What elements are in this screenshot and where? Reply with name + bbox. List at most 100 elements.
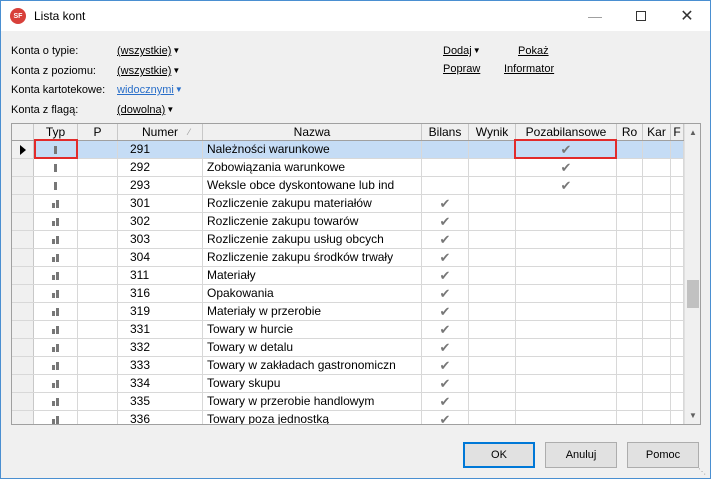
column-header-label: Typ bbox=[45, 125, 66, 139]
cell-kar bbox=[643, 303, 671, 320]
row-indicator[interactable] bbox=[12, 285, 34, 302]
row-indicator[interactable] bbox=[12, 249, 34, 266]
row-indicator[interactable] bbox=[12, 357, 34, 374]
row-indicator[interactable] bbox=[12, 141, 34, 158]
row-indicator[interactable] bbox=[12, 339, 34, 356]
column-header[interactable]: P bbox=[78, 124, 118, 140]
cell-ro bbox=[617, 159, 643, 176]
row-indicator[interactable] bbox=[12, 303, 34, 320]
dodaj-link[interactable]: Dodaj▼ bbox=[443, 45, 481, 57]
table-row[interactable]: 336 Towary poza jednostką ✔ bbox=[12, 411, 684, 424]
table-row[interactable]: 303 Rozliczenie zakupu usług obcych ✔ bbox=[12, 231, 684, 249]
table-row[interactable]: 302 Rozliczenie zakupu towarów ✔ bbox=[12, 213, 684, 231]
filter-dropdown[interactable]: (wszystkie)▼ bbox=[117, 45, 180, 57]
table-row[interactable]: 316 Opakowania ✔ bbox=[12, 285, 684, 303]
filter-dropdown[interactable]: (dowolna)▼ bbox=[117, 104, 174, 116]
cell-typ bbox=[34, 195, 78, 212]
table-row[interactable]: 332 Towary w detalu ✔ bbox=[12, 339, 684, 357]
cell-f bbox=[671, 339, 684, 356]
row-indicator[interactable] bbox=[12, 267, 34, 284]
column-header-label: Bilans bbox=[428, 125, 462, 139]
cell-pozabilansowe: ✔ bbox=[516, 177, 617, 194]
column-header[interactable]: Numer ⁄ bbox=[118, 124, 203, 140]
cell-f bbox=[671, 393, 684, 410]
column-header[interactable]: Bilans bbox=[422, 124, 469, 140]
scroll-thumb[interactable] bbox=[687, 280, 699, 308]
filter-label: Konta z poziomu: bbox=[11, 65, 96, 77]
maximize-button[interactable] bbox=[618, 1, 664, 31]
table-row[interactable]: 304 Rozliczenie zakupu środków trwały ✔ bbox=[12, 249, 684, 267]
ok-button[interactable]: OK bbox=[463, 442, 535, 468]
cell-numer: 302 bbox=[118, 213, 203, 230]
cell-pozabilansowe bbox=[516, 195, 617, 212]
cell-kar bbox=[643, 411, 671, 424]
check-icon: ✔ bbox=[439, 196, 451, 211]
popraw-link[interactable]: Popraw bbox=[443, 63, 480, 75]
row-indicator[interactable] bbox=[12, 195, 34, 212]
cell-kar bbox=[643, 159, 671, 176]
filter-dropdown[interactable]: widocznymi▼ bbox=[117, 84, 183, 96]
cell-pozabilansowe bbox=[516, 393, 617, 410]
column-header-label: P bbox=[93, 125, 102, 139]
account-type-double-icon bbox=[52, 378, 59, 388]
minimize-button[interactable]: — bbox=[572, 1, 618, 31]
account-type-double-icon bbox=[52, 360, 59, 370]
row-indicator[interactable] bbox=[12, 393, 34, 410]
table-row[interactable]: 301 Rozliczenie zakupu materiałów ✔ bbox=[12, 195, 684, 213]
row-indicator[interactable] bbox=[12, 375, 34, 392]
close-button[interactable]: ✕ bbox=[664, 1, 710, 31]
cell-ro bbox=[617, 213, 643, 230]
title-bar[interactable]: SF Lista kont — ✕ bbox=[1, 1, 710, 31]
scroll-up-button[interactable]: ▲ bbox=[685, 124, 700, 141]
filter-dropdown[interactable]: (wszystkie)▼ bbox=[117, 65, 180, 77]
accounts-grid[interactable]: Typ P Numer ⁄ Nazwa Bilans Wynik Pozabilansowe R… bbox=[11, 123, 701, 425]
row-indicator[interactable] bbox=[12, 177, 34, 194]
pokaz-link[interactable]: Pokaż bbox=[518, 45, 549, 57]
column-header[interactable]: F bbox=[671, 124, 684, 140]
table-row[interactable]: 293 Weksle obce dyskontowane lub ind ✔ bbox=[12, 177, 684, 195]
table-row[interactable]: 292 Zobowiązania warunkowe ✔ bbox=[12, 159, 684, 177]
column-header-label: Wynik bbox=[475, 125, 509, 139]
table-row[interactable]: 333 Towary w zakładach gastronomiczn ✔ bbox=[12, 357, 684, 375]
cell-ro bbox=[617, 195, 643, 212]
check-icon: ✔ bbox=[439, 376, 451, 391]
table-row[interactable]: 335 Towary w przerobie handlowym ✔ bbox=[12, 393, 684, 411]
informator-link[interactable]: Informator bbox=[504, 63, 554, 75]
column-header[interactable]: Wynik bbox=[469, 124, 516, 140]
row-indicator[interactable] bbox=[12, 159, 34, 176]
row-indicator[interactable] bbox=[12, 213, 34, 230]
cell-bilans: ✔ bbox=[422, 321, 469, 338]
anuluj-button[interactable]: Anuluj bbox=[545, 442, 617, 468]
column-header[interactable]: Pozabilansowe bbox=[516, 124, 617, 140]
cell-nazwa: Rozliczenie zakupu towarów bbox=[203, 213, 422, 230]
check-icon: ✔ bbox=[439, 250, 451, 265]
column-header[interactable]: Typ bbox=[34, 124, 78, 140]
cell-f bbox=[671, 321, 684, 338]
column-header[interactable]: Nazwa bbox=[203, 124, 422, 140]
highlight-typ-cell bbox=[34, 139, 78, 159]
table-row[interactable]: 331 Towary w hurcie ✔ bbox=[12, 321, 684, 339]
column-header[interactable]: Kar bbox=[643, 124, 671, 140]
account-type-double-icon bbox=[52, 306, 59, 316]
column-header-label: F bbox=[673, 125, 681, 139]
cell-kar bbox=[643, 321, 671, 338]
resize-grip-icon[interactable]: ⋱ bbox=[698, 467, 708, 477]
cell-f bbox=[671, 375, 684, 392]
table-row[interactable]: 334 Towary skupu ✔ bbox=[12, 375, 684, 393]
scroll-down-button[interactable]: ▼ bbox=[685, 407, 700, 424]
filter-label: Konta o typie: bbox=[11, 45, 79, 57]
table-row[interactable]: 319 Materiały w przerobie ✔ bbox=[12, 303, 684, 321]
row-indicator[interactable] bbox=[12, 321, 34, 338]
check-icon: ✔ bbox=[439, 268, 451, 283]
table-row[interactable]: 311 Materiały ✔ bbox=[12, 267, 684, 285]
column-header[interactable]: Ro bbox=[617, 124, 643, 140]
account-type-double-icon bbox=[52, 252, 59, 262]
cell-numer: 311 bbox=[118, 267, 203, 284]
account-type-double-icon bbox=[52, 216, 59, 226]
pomoc-button[interactable]: Pomoc bbox=[627, 442, 699, 468]
vertical-scrollbar[interactable]: ▲ ▼ bbox=[684, 124, 700, 424]
row-indicator[interactable] bbox=[12, 411, 34, 424]
cell-ro bbox=[617, 177, 643, 194]
row-indicator[interactable] bbox=[12, 231, 34, 248]
cell-p bbox=[78, 393, 118, 410]
